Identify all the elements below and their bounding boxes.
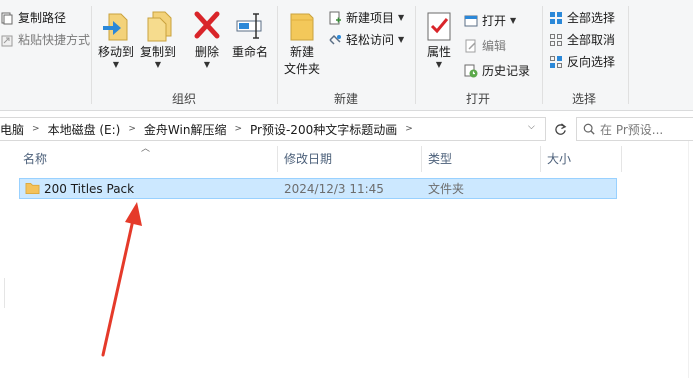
invert-selection-label: 反向选择 — [567, 55, 616, 69]
chevron-down-icon: ▼ — [112, 60, 120, 69]
new-folder-label-2: 文件夹 — [283, 62, 320, 76]
select-none-button[interactable]: 全部取消 — [549, 31, 615, 48]
delete-label: 删除 — [194, 45, 219, 59]
properties-button[interactable]: 属性 ▼ — [422, 10, 456, 69]
column-header-type[interactable]: 类型 — [428, 149, 452, 173]
copy-to-label: 复制到 — [139, 45, 176, 59]
new-item-icon — [329, 11, 341, 24]
move-to-button[interactable]: 移动到 ▼ — [96, 10, 136, 69]
easy-access-button[interactable]: 轻松访问 ▼ — [328, 31, 404, 48]
chevron-down-icon: ▼ — [398, 34, 405, 44]
delete-x-icon — [194, 11, 220, 39]
address-bar-row: 电脑 > 本地磁盘 (E:) > 金舟Win解压缩 > Pr预设-200种文字标… — [0, 117, 693, 141]
navigation-pane-edge — [4, 278, 5, 308]
new-group-label: 新建 — [333, 92, 358, 106]
easy-access-label: 轻松访问 — [346, 33, 395, 47]
column-divider[interactable] — [540, 146, 541, 172]
select-none-icon — [550, 33, 562, 46]
rename-label: 重命名 — [231, 45, 268, 59]
ribbon-separator — [415, 6, 416, 104]
paste-shortcut-icon — [1, 35, 13, 46]
edit-label: 编辑 — [482, 39, 507, 53]
new-item-button[interactable]: 新建项目 ▼ — [328, 9, 404, 26]
chevron-right-icon[interactable]: > — [405, 124, 413, 134]
chevron-down-icon: ▼ — [398, 12, 405, 22]
scrollbar-edge — [688, 141, 689, 378]
folder-icon — [25, 182, 40, 194]
properties-label: 属性 — [426, 45, 451, 59]
annotation-arrow — [101, 202, 142, 357]
copy-path-icon — [1, 12, 13, 24]
file-name: 200 Titles Pack — [44, 182, 135, 196]
ribbon-separator — [628, 6, 629, 104]
breadcrumb[interactable]: 电脑 > 本地磁盘 (E:) > 金舟Win解压缩 > Pr预设-200种文字标… — [0, 117, 546, 141]
chevron-down-icon: ▼ — [510, 15, 517, 25]
column-divider[interactable] — [421, 146, 422, 172]
ribbon-separator — [542, 6, 543, 104]
file-modified: 2024/12/3 11:45 — [284, 182, 384, 196]
copy-path-button[interactable]: 复制路径 — [0, 9, 66, 26]
breadcrumb-item[interactable]: Pr预设-200种文字标题动画 — [250, 121, 397, 138]
chevron-down-icon: ▼ — [154, 60, 162, 69]
copy-path-label: 复制路径 — [18, 11, 67, 25]
open-group-label: 打开 — [465, 92, 490, 106]
refresh-icon — [554, 122, 566, 135]
sort-ascending-icon: ︿ — [141, 144, 151, 154]
rename-icon — [236, 13, 262, 39]
select-all-icon — [550, 11, 562, 24]
new-item-label: 新建项目 — [346, 11, 395, 25]
select-group-label: 选择 — [571, 92, 596, 106]
invert-selection-button[interactable]: 反向选择 — [549, 53, 615, 70]
new-folder-label-1: 新建 — [289, 45, 314, 59]
breadcrumb-item[interactable]: 金舟Win解压缩 — [144, 121, 227, 138]
column-header-modified[interactable]: 修改日期 — [284, 149, 332, 173]
chevron-right-icon[interactable]: > — [128, 124, 136, 134]
column-divider[interactable] — [621, 146, 622, 172]
organize-group-label: 组织 — [171, 92, 196, 106]
new-folder-icon — [290, 13, 314, 41]
history-label: 历史记录 — [482, 64, 531, 78]
chevron-right-icon[interactable]: > — [234, 124, 242, 134]
new-folder-button[interactable]: 新建 文件夹 — [282, 10, 322, 78]
file-type: 文件夹 — [428, 182, 465, 196]
edit-button[interactable]: 编辑 — [464, 37, 506, 54]
breadcrumb-item[interactable]: 本地磁盘 (E:) — [48, 121, 121, 138]
column-header-size[interactable]: 大小 — [547, 149, 571, 173]
delete-button[interactable]: 删除 ▼ — [190, 10, 224, 69]
rename-button[interactable]: 重命名 — [230, 10, 270, 61]
open-label: 打开 — [482, 14, 507, 28]
history-button[interactable]: 历史记录 — [464, 62, 530, 79]
ribbon-separator — [91, 6, 92, 104]
move-to-label: 移动到 — [97, 45, 134, 59]
refresh-button[interactable] — [548, 117, 572, 141]
select-all-label: 全部选择 — [567, 11, 616, 25]
search-box[interactable]: 在 Pr预设... — [576, 117, 693, 141]
chevron-down-icon: ▼ — [203, 60, 211, 69]
ribbon: 复制路径 粘贴快捷方式 移动到 ▼ 复制到 ▼ 删除 ▼ 重命名 组织 新建 文… — [0, 0, 693, 111]
column-header-name[interactable]: 名称 — [23, 149, 47, 173]
copy-to-icon — [147, 11, 172, 42]
easy-access-icon — [329, 34, 341, 45]
column-divider[interactable] — [277, 146, 278, 172]
copy-to-button[interactable]: 复制到 ▼ — [138, 10, 178, 69]
chevron-right-icon[interactable]: > — [32, 124, 40, 134]
move-to-icon — [103, 13, 128, 41]
paste-shortcut-button[interactable]: 粘贴快捷方式 — [0, 31, 90, 48]
search-icon — [583, 123, 595, 135]
paste-shortcut-label: 粘贴快捷方式 — [18, 33, 91, 47]
select-all-button[interactable]: 全部选择 — [549, 9, 615, 26]
edit-icon — [465, 39, 476, 52]
properties-checklist-icon — [427, 12, 451, 41]
open-button[interactable]: 打开 ▼ — [464, 12, 516, 29]
history-icon — [464, 64, 478, 77]
ribbon-separator — [277, 6, 278, 104]
chevron-down-icon: ▼ — [435, 60, 443, 69]
address-history-chevron-down-icon[interactable]: ⌵ — [528, 122, 535, 132]
select-none-label: 全部取消 — [567, 33, 616, 47]
open-icon — [464, 15, 478, 26]
search-placeholder: 在 Pr预设... — [600, 122, 664, 137]
breadcrumb-item[interactable]: 电脑 — [0, 121, 24, 138]
invert-selection-icon — [550, 55, 562, 68]
